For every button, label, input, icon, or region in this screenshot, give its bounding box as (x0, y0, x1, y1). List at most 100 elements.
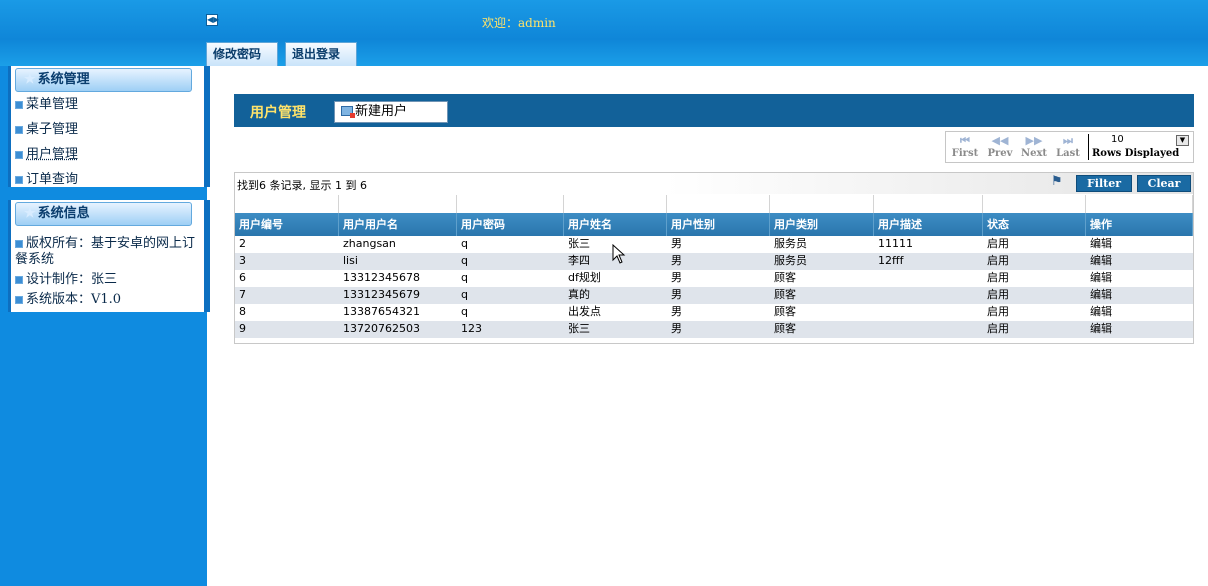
cell-username: 13387654321 (343, 305, 420, 318)
cell-id: 7 (239, 288, 246, 301)
cell-name: df规划 (568, 271, 601, 284)
edit-link[interactable]: 编辑 (1086, 304, 1193, 321)
first-page-button[interactable]: ⏮ First (948, 134, 982, 159)
table-row[interactable]: 7 13312345679 q 真的 男 顾客 启用 编辑 (235, 287, 1193, 304)
sidebar-item-users[interactable]: 用户管理 (11, 142, 204, 167)
cell-type: 顾客 (774, 288, 796, 301)
cell-description: 12fff (878, 254, 904, 267)
cell-status: 启用 (987, 254, 1009, 267)
sidebar-item-menu[interactable]: 菜单管理 (11, 92, 204, 117)
edit-link[interactable]: 编辑 (1086, 253, 1193, 270)
cell-status: 启用 (987, 271, 1009, 284)
sidebar: ★ 系统管理 菜单管理 桌子管理 用户管理 订单查询 ★ 系统信息 版权所有：基于安… (0, 66, 210, 586)
column-header[interactable]: 用户姓名 (564, 213, 667, 236)
filter-icon[interactable]: ⚑ (1051, 175, 1066, 188)
cell-id: 2 (239, 237, 246, 250)
column-header[interactable]: 用户用户名 (339, 213, 457, 236)
cell-username: 13312345679 (343, 288, 420, 301)
grid-toolbar: 找到6 条记录, 显示 1 到 6 ⚑ Filter Clear (235, 173, 1193, 194)
cell-id: 8 (239, 305, 246, 318)
filter-cell[interactable] (457, 195, 564, 213)
column-header[interactable]: 状态 (983, 213, 1086, 236)
last-page-button[interactable]: ⏭ Last (1052, 134, 1084, 159)
star-icon: ★ (24, 206, 36, 221)
cell-id: 6 (239, 271, 246, 284)
panel-header[interactable]: ★ 系统信息 (15, 202, 192, 226)
column-header[interactable]: 用户性别 (667, 213, 770, 236)
column-header[interactable]: 用户密码 (457, 213, 564, 236)
filter-cell[interactable] (770, 195, 874, 213)
rows-displayed-select[interactable]: 10 ▼ (1101, 134, 1191, 148)
filter-cell[interactable] (235, 195, 339, 213)
chevron-down-icon[interactable]: ▼ (1176, 135, 1189, 146)
bullet-icon (15, 125, 23, 134)
users-table: 找到6 条记录, 显示 1 到 6 ⚑ Filter Clear 用户编号 用户… (234, 172, 1194, 344)
bullet-icon (15, 275, 23, 284)
table-row[interactable]: 2 zhangsan q 张三 男 服务员 11111 启用 编辑 (235, 236, 1193, 253)
first-page-icon: ⏮ (960, 134, 970, 147)
table-row[interactable]: 9 13720762503 123 张三 男 顾客 启用 编辑 (235, 321, 1193, 338)
page-titlebar: 用户管理 新建用户 (234, 94, 1194, 127)
panel-title: 系统信息 (37, 206, 90, 221)
system-info-panel: ★ 系统信息 版权所有：基于安卓的网上订餐系统 设计制作：张三 系统版本：V1.0 (8, 200, 210, 312)
cell-type: 顾客 (774, 322, 796, 335)
cell-name: 张三 (568, 322, 590, 335)
panel-title: 系统管理 (37, 72, 90, 87)
bullet-icon (15, 239, 23, 248)
next-page-button[interactable]: ▶▶ Next (1018, 134, 1050, 159)
filter-cell[interactable] (564, 195, 667, 213)
logout-button[interactable]: 退出登录 (285, 42, 357, 66)
cell-password: q (461, 237, 468, 250)
cell-gender: 男 (671, 288, 682, 301)
filter-button[interactable]: Filter (1076, 175, 1132, 192)
edit-link[interactable]: 编辑 (1086, 287, 1193, 304)
column-header[interactable]: 用户编号 (235, 213, 339, 236)
add-user-icon (341, 106, 355, 118)
record-count-text: 找到6 条记录, 显示 1 到 6 (237, 179, 367, 192)
column-header[interactable]: 操作 (1086, 213, 1193, 236)
rows-displayed-label: Rows Displayed (1092, 148, 1180, 159)
filter-cell[interactable] (667, 195, 770, 213)
cell-description: 11111 (878, 237, 913, 250)
prev-page-button[interactable]: ◀◀ Prev (984, 134, 1016, 159)
table-row[interactable]: 6 13312345678 q df规划 男 顾客 启用 编辑 (235, 270, 1193, 287)
system-management-panel: ★ 系统管理 菜单管理 桌子管理 用户管理 订单查询 (8, 66, 210, 187)
edit-link[interactable]: 编辑 (1086, 321, 1193, 338)
table-header: 用户编号 用户用户名 用户密码 用户姓名 用户性别 用户类别 用户描述 状态 操… (235, 213, 1193, 236)
filter-cell[interactable] (1086, 195, 1193, 213)
edit-link[interactable]: 编辑 (1086, 236, 1193, 253)
cell-gender: 男 (671, 305, 682, 318)
cell-password: q (461, 254, 468, 267)
column-header[interactable]: 用户描述 (874, 213, 983, 236)
cell-status: 启用 (987, 305, 1009, 318)
table-row[interactable]: 3 lisi q 李四 男 服务员 12fff 启用 编辑 (235, 253, 1193, 270)
cell-description (874, 321, 983, 338)
sidebar-item-tables[interactable]: 桌子管理 (11, 117, 204, 142)
clear-button[interactable]: Clear (1137, 175, 1191, 192)
sidebar-item-orders[interactable]: 订单查询 (11, 167, 204, 192)
bullet-icon (15, 100, 23, 109)
cell-username: 13720762503 (343, 322, 420, 335)
panel-edge (204, 66, 210, 187)
filter-cell[interactable] (983, 195, 1086, 213)
panel-header[interactable]: ★ 系统管理 (15, 68, 192, 92)
panel-edge (204, 200, 210, 312)
column-header[interactable]: 用户类别 (770, 213, 874, 236)
cell-gender: 男 (671, 322, 682, 335)
cell-gender: 男 (671, 237, 682, 250)
new-user-button[interactable]: 新建用户 (334, 101, 448, 123)
cell-status: 启用 (987, 322, 1009, 335)
edit-link[interactable]: 编辑 (1086, 270, 1193, 287)
cell-password: q (461, 305, 468, 318)
sidebar-toggle-icon[interactable]: ◀▶ (206, 14, 219, 26)
filter-cell[interactable] (874, 195, 983, 213)
cell-username: 13312345678 (343, 271, 420, 284)
filter-cell[interactable] (339, 195, 457, 213)
cell-type: 服务员 (774, 237, 807, 250)
cell-name: 出发点 (568, 305, 601, 318)
change-password-button[interactable]: 修改密码 (206, 42, 278, 66)
cell-password: 123 (461, 322, 482, 335)
table-body: 2 zhangsan q 张三 男 服务员 11111 启用 编辑 3 lisi… (235, 236, 1193, 338)
top-header: ◀▶ 欢迎：admin 修改密码 退出登录 (0, 0, 1208, 66)
table-row[interactable]: 8 13387654321 q 出发点 男 顾客 启用 编辑 (235, 304, 1193, 321)
